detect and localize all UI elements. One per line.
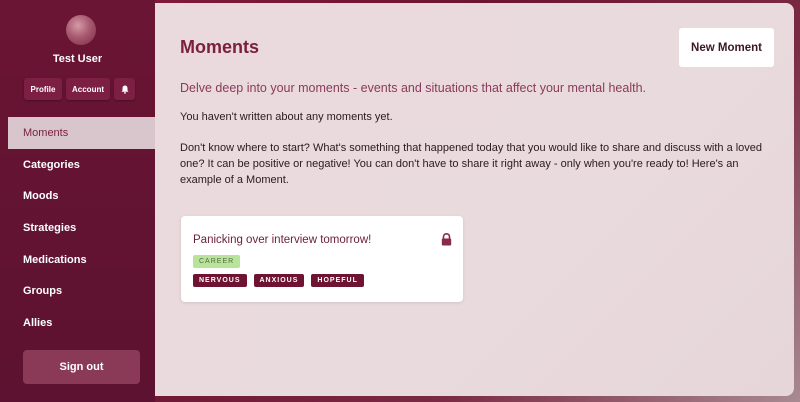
mood-tag: HOPEFUL	[311, 274, 364, 287]
sign-out-button[interactable]: Sign out	[23, 350, 140, 384]
profile-button[interactable]: Profile	[24, 78, 62, 100]
sidebar-item-allies[interactable]: Allies	[8, 307, 155, 339]
page-title: Moments	[180, 37, 260, 57]
user-name: Test User	[52, 53, 103, 65]
sidebar-item-moods[interactable]: Moods	[8, 180, 155, 212]
example-moment-card[interactable]: Panicking over interview tomorrow! CAREE…	[181, 216, 463, 302]
sidebar-nav: Moments Categories Moods Strategies Medi…	[8, 117, 155, 339]
bell-icon	[121, 85, 128, 94]
sidebar-item-groups[interactable]: Groups	[8, 275, 155, 307]
moment-title: Panicking over interview tomorrow!	[193, 234, 372, 246]
notifications-button[interactable]	[114, 78, 135, 100]
category-tag: CAREER	[193, 255, 241, 268]
lock-icon	[441, 233, 452, 246]
mood-tag: ANXIOUS	[253, 274, 305, 287]
sidebar-item-moments[interactable]: Moments	[8, 117, 155, 149]
new-moment-button[interactable]: New Moment	[679, 28, 774, 67]
avatar[interactable]	[66, 15, 96, 45]
sidebar-item-categories[interactable]: Categories	[8, 149, 155, 181]
account-button[interactable]: Account	[66, 78, 110, 100]
sidebar: Test User Profile Account Moments Catego…	[0, 0, 155, 402]
mood-tag: NERVOUS	[193, 274, 247, 287]
main-content: Moments New Moment Delve deep into your …	[155, 3, 794, 396]
sidebar-item-medications[interactable]: Medications	[8, 244, 155, 276]
profile-actions: Profile Account	[24, 78, 135, 100]
page-subtitle: Delve deep into your moments - events an…	[180, 81, 647, 95]
sidebar-item-strategies[interactable]: Strategies	[8, 212, 155, 244]
mood-tags: NERVOUS ANXIOUS HOPEFUL	[193, 274, 364, 287]
prompt-text: Don't know where to start? What's someth…	[180, 142, 763, 186]
empty-state-text: You haven't written about any moments ye…	[180, 111, 393, 123]
